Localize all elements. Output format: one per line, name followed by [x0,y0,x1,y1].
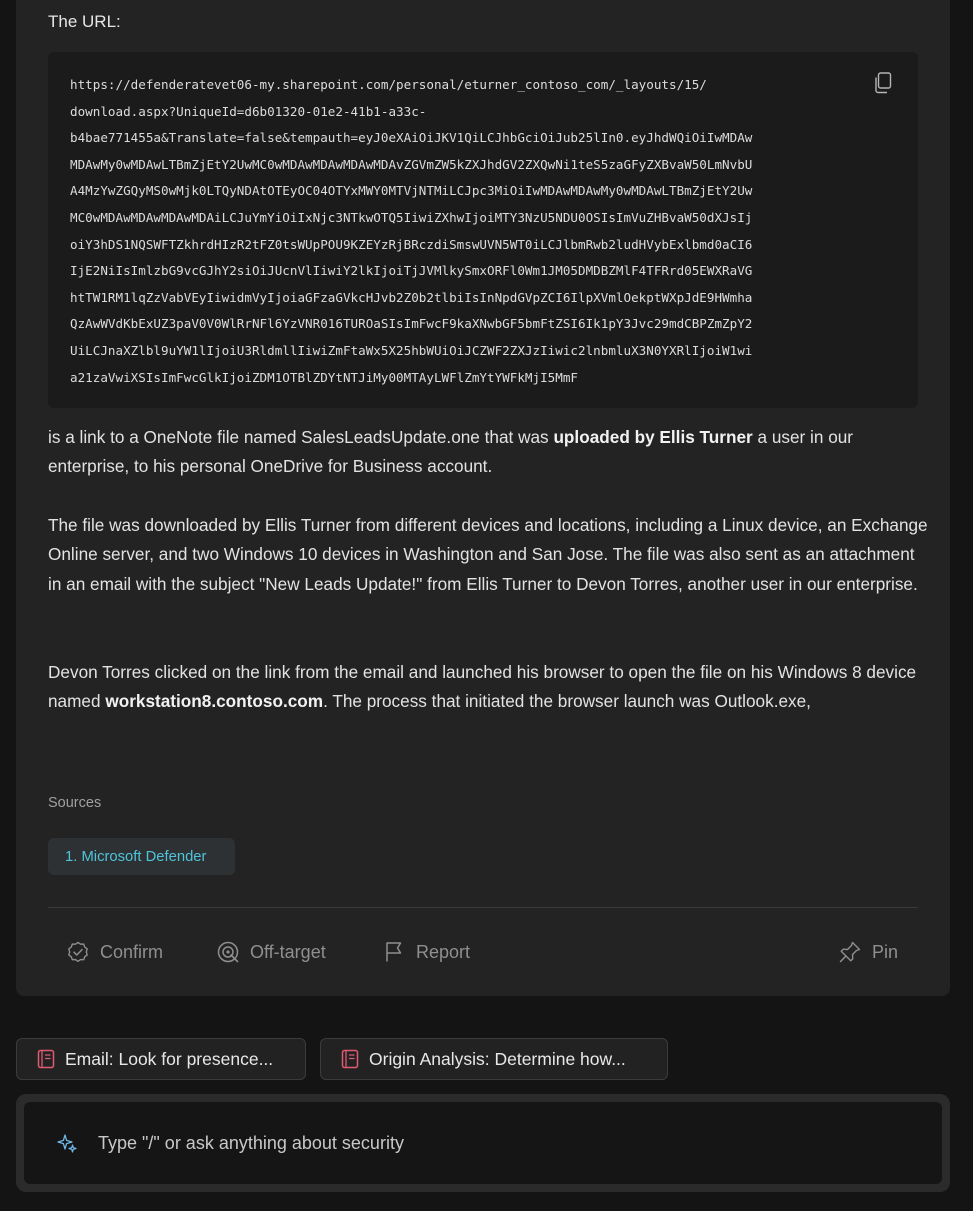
paragraph-text: is a link to a OneNote file named SalesL… [48,427,554,447]
pin-button[interactable]: Pin [838,937,898,967]
prompt-input-wrapper [24,1102,942,1184]
divider [48,907,918,908]
paragraph-click: Devon Torres clicked on the link from th… [48,658,928,717]
paragraph-text: . The process that initiated the browser… [323,691,811,712]
code-line: MC0wMDAwMDAwMDAwMDAiLCJuYmYiOiIxNjc3NTkw… [70,209,753,225]
promptbook-icon [37,1049,55,1069]
code-line: download.aspx?UniqueId=d6b01320-01e2-41b… [70,103,427,119]
code-line: htTW1RM1lqZzVabVEyIiwidmVyIjoiaGFzaGVkcH… [70,289,753,305]
paragraph-download: The file was downloaded by Ellis Turner … [48,515,928,594]
prompt-suggestion-label: Email: Look for presence... [65,1048,274,1069]
code-block: https://defenderatevet06-my.sharepoint.c… [48,52,918,408]
confirm-icon [68,941,88,962]
confirm-label: Confirm [100,941,164,962]
pin-label: Pin [872,941,899,962]
copy-button[interactable] [874,72,894,94]
code-line: A4MzYwZGQyMS0wMjk0LTQyNDAtOTEyOC04OTYxMW… [70,183,753,199]
code-line: oiY3hDS1NQSWFTZkhrdHIzR2tFZ0tsWUpPOU9KZE… [70,236,753,252]
prompt-input[interactable] [98,1132,942,1154]
response-heading: The URL: [48,12,121,31]
report-button[interactable]: Report [382,937,470,967]
paragraph-bold: workstation8.contoso.com [105,691,324,712]
code-line: b4bae771455a&Translate=false&tempauth=ey… [70,130,753,146]
report-label: Report [416,941,471,962]
target-icon [217,941,239,963]
flag-icon [386,942,402,962]
prompt-suggestion-origin[interactable]: Origin Analysis: Determine how... [320,1038,668,1080]
code-text: https://defenderatevet06-my.sharepoint.c… [70,72,858,391]
code-line: https://defenderatevet06-my.sharepoint.c… [70,77,707,92]
off-target-label: Off-target [250,941,326,962]
code-line: MDAwMy0wMDAwLTBmZjEtY2UwMC0wMDAwMDAwMDAw… [70,156,753,172]
off-target-button[interactable]: Off-target [216,937,326,967]
confirm-button[interactable]: Confirm [66,937,163,967]
code-line: IjE2NiIsImlzbG9vcGJhY2siOiJUcnVlIiwiY2lk… [70,263,753,279]
prompt-suggestion-email[interactable]: Email: Look for presence... [16,1038,306,1080]
promptbook-icon [341,1049,359,1069]
sources-label: Sources [48,795,102,811]
source-link[interactable]: 1. Microsoft Defender [48,838,235,875]
code-line: QzAwWVdKbExUZ3paV0V0WlRrNFl6YzVNR016TURO… [70,316,753,332]
code-line: a21zaVwiXSIsImFwcGlkIjoiZDM1OTBlZDYtNTJi… [70,369,578,385]
code-line: UiLCJnaXZlbl9uYW1lIjoiU3RldmllIiwiZmFtaW… [70,342,753,358]
prompt-suggestion-label: Origin Analysis: Determine how... [369,1048,626,1069]
sparkle-icon [57,1134,77,1153]
prompt-bar [16,1094,950,1192]
paragraph-bold: uploaded by Ellis Turner [553,427,753,447]
paragraph-upload: is a link to a OneNote file named SalesL… [48,423,928,482]
pin-icon [839,941,861,963]
copy-icon [875,72,892,94]
